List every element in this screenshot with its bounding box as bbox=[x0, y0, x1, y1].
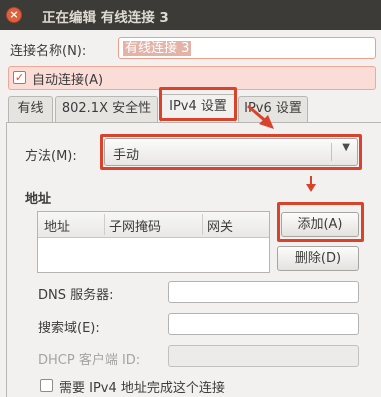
delete-address-button[interactable]: 删除(D) bbox=[277, 246, 359, 271]
dns-label: DNS 服务器: bbox=[38, 288, 114, 303]
add-button-highlight bbox=[277, 202, 364, 242]
address-table[interactable]: 地址 子网掩码 网关 bbox=[37, 211, 270, 273]
dhcp-client-id-label: DHCP 客户端 ID: bbox=[38, 353, 141, 368]
column-header-gateway[interactable]: 网关 bbox=[207, 216, 233, 235]
column-header-netmask[interactable]: 子网掩码 bbox=[109, 216, 161, 235]
search-domains-input[interactable] bbox=[168, 313, 359, 335]
annotation-arrows bbox=[247, 104, 316, 192]
arrow-head-icon bbox=[306, 184, 316, 192]
address-section-title: 地址 bbox=[25, 192, 52, 207]
require-ipv4-label: 需要 IPv4 地址完成这个连接 bbox=[59, 381, 225, 396]
column-divider bbox=[202, 214, 203, 235]
dhcp-client-id-input bbox=[168, 345, 359, 367]
column-header-address[interactable]: 地址 bbox=[44, 216, 70, 235]
column-divider bbox=[104, 214, 105, 235]
require-ipv4-checkbox[interactable] bbox=[40, 379, 53, 392]
dns-input[interactable] bbox=[168, 281, 359, 303]
search-domains-label: 搜索域(E): bbox=[38, 321, 100, 336]
address-table-header: 地址 子网掩码 网关 bbox=[38, 212, 269, 238]
